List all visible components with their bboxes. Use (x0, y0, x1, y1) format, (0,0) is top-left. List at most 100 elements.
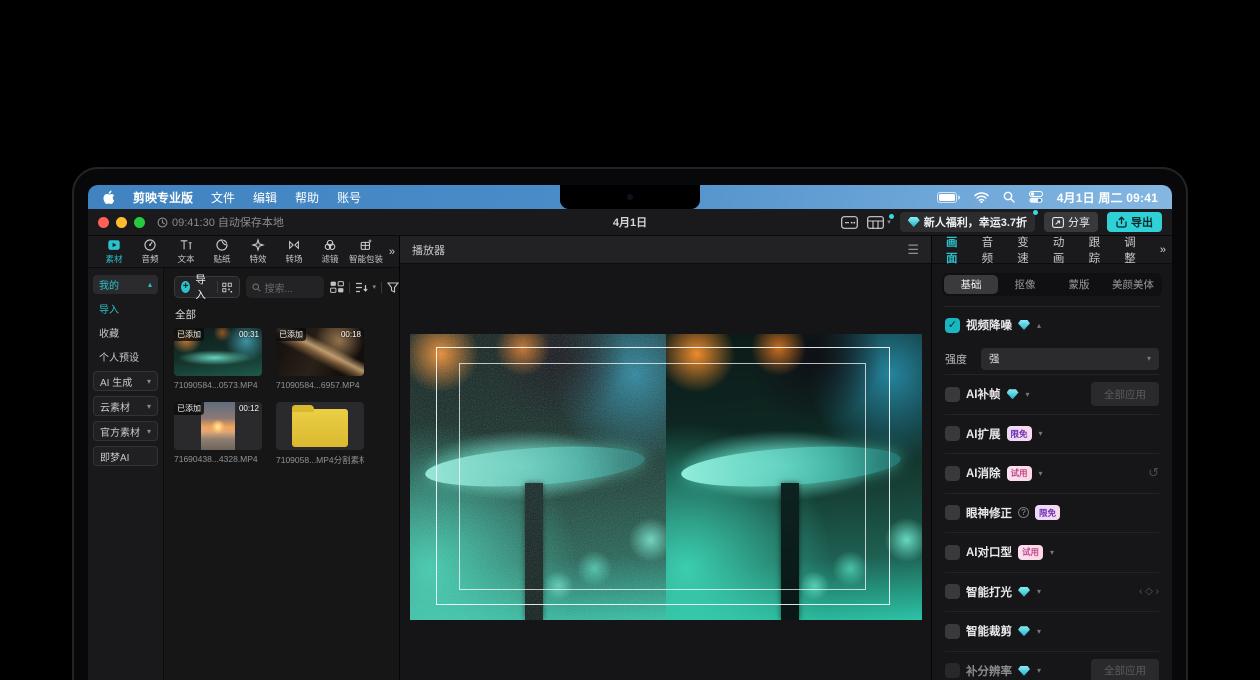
menu-item-2[interactable]: 帮助 (295, 189, 319, 206)
import-button[interactable]: + 导入 (174, 276, 240, 298)
apply-all-button[interactable]: 全部应用 (1091, 382, 1159, 406)
subtab-0[interactable]: 基础 (944, 275, 998, 294)
tab-transition[interactable]: 转场 (276, 238, 312, 265)
keyframe-controls[interactable]: ‹ ◇ › (1139, 586, 1159, 597)
menu-item-0[interactable]: 文件 (211, 189, 235, 206)
close-window-button[interactable] (98, 217, 109, 228)
menu-item-1[interactable]: 编辑 (253, 189, 277, 206)
subtab-2[interactable]: 蒙版 (1052, 275, 1106, 294)
selection-outline-inner[interactable] (459, 363, 866, 590)
subtab-1[interactable]: 抠像 (998, 275, 1052, 294)
filter-icon[interactable] (387, 282, 399, 293)
player-menu-icon[interactable]: ☰ (907, 242, 919, 258)
tab-label: 特效 (249, 253, 266, 265)
checkbox-unchecked[interactable] (945, 426, 960, 441)
menu-bar-clock[interactable]: 4月1日 周二 09:41 (1057, 189, 1158, 206)
filter-all-label[interactable]: 全部 (175, 307, 389, 322)
setting-row-3: AI消除试用▾↺ (945, 453, 1159, 493)
checkbox-unchecked[interactable] (945, 387, 960, 402)
menu-item-3[interactable]: 账号 (337, 189, 361, 206)
grid-view-icon[interactable] (330, 281, 344, 293)
panel-tab-3[interactable]: 动画 (1053, 234, 1076, 266)
tab-sticker[interactable]: 贴纸 (204, 238, 240, 265)
media-item[interactable]: 已添加00:1871090584...6957.MP4 (276, 328, 364, 390)
battery-icon[interactable] (937, 192, 960, 203)
minimize-window-button[interactable] (116, 217, 127, 228)
more-tabs-chevron-icon[interactable]: » (389, 246, 393, 258)
media-item[interactable]: 已添加00:1271690438...4328.MP4 (174, 402, 262, 466)
subtab-3[interactable]: 美颜美体 (1106, 275, 1160, 294)
sidebar-item-3[interactable]: 个人预设 (93, 347, 158, 366)
wifi-icon[interactable] (974, 192, 989, 203)
media-filename: 71090584...0573.MP4 (174, 380, 262, 390)
chevron-down-icon[interactable]: ▾ (373, 283, 377, 291)
sidebar-item-7[interactable]: 即梦AI (93, 446, 158, 466)
help-icon[interactable]: ? (1018, 507, 1029, 518)
vip-diamond-icon (1018, 587, 1030, 597)
checkbox-unchecked[interactable] (945, 466, 960, 481)
chevron-down-icon[interactable]: ▾ (1026, 390, 1030, 399)
chevron-down-icon[interactable]: ▾ (1039, 429, 1043, 438)
sidebar-item-5[interactable]: 云素材▾ (93, 396, 158, 416)
badge-free: 限免 (1035, 505, 1060, 520)
layout-switcher-icon[interactable]: ▾ (867, 216, 891, 229)
plus-icon: + (181, 281, 190, 293)
tab-label: 素材 (105, 253, 122, 265)
sidebar-item-2[interactable]: 收藏 (93, 323, 158, 342)
checkbox-unchecked[interactable] (945, 584, 960, 599)
sidebar-item-6[interactable]: 官方素材▾ (93, 421, 158, 441)
tab-text[interactable]: 文本 (168, 238, 204, 265)
promo-dot (1033, 210, 1038, 215)
share-button[interactable]: 分享 (1044, 212, 1098, 232)
search-input[interactable]: 搜索... (246, 276, 324, 298)
render-list-icon[interactable] (841, 216, 858, 229)
setting-label: 智能裁剪 (966, 623, 1012, 639)
chevron-down-icon[interactable]: ▾ (1037, 666, 1041, 675)
checkbox-checked[interactable] (945, 318, 960, 333)
qr-import-icon[interactable] (222, 281, 232, 294)
checkbox-unchecked[interactable] (945, 505, 960, 520)
sidebar-item-0[interactable]: 我的▴ (93, 275, 158, 294)
zoom-window-button[interactable] (134, 217, 145, 228)
panel-tab-1[interactable]: 音频 (982, 234, 1005, 266)
apple-logo-icon[interactable] (102, 190, 115, 205)
media-item[interactable]: 已添加00:3171090584...0573.MP4 (174, 328, 262, 390)
menu-app-name[interactable]: 剪映专业版 (133, 189, 193, 206)
tab-media[interactable]: 素材 (96, 238, 132, 265)
tab-filter[interactable]: 滤镜 (312, 238, 348, 265)
export-button[interactable]: 导出 (1107, 212, 1162, 232)
chevron-down-icon[interactable]: ▾ (1050, 548, 1054, 557)
panel-tab-5[interactable]: 调整 (1124, 234, 1147, 266)
tab-label: 智能包装 (349, 253, 383, 265)
strength-dropdown[interactable]: 强▾ (981, 348, 1159, 370)
chevron-down-icon[interactable]: ▾ (1037, 627, 1041, 636)
player-title: 播放器 (412, 242, 445, 258)
tab-fx[interactable]: 特效 (240, 238, 276, 265)
sidebar-item-4[interactable]: AI 生成▾ (93, 371, 158, 391)
search-icon[interactable] (1003, 191, 1015, 203)
media-tab-bar: 素材音频文本贴纸特效转场滤镜智能包装 » (88, 236, 399, 268)
chevron-up-icon[interactable]: ▴ (1037, 321, 1041, 330)
checkbox-unchecked[interactable] (945, 663, 960, 678)
setting-label: 视频降噪 (966, 317, 1012, 333)
panel-tab-4[interactable]: 跟踪 (1089, 234, 1112, 266)
checkbox-unchecked[interactable] (945, 545, 960, 560)
chevron-down-icon[interactable]: ▾ (887, 218, 891, 226)
panel-tab-0[interactable]: 画面 (946, 234, 969, 266)
panel-tab-2[interactable]: 变速 (1017, 234, 1040, 266)
checkbox-unchecked[interactable] (945, 624, 960, 639)
sort-icon[interactable] (355, 282, 368, 293)
tab-pack[interactable]: 智能包装 (348, 238, 384, 265)
chevron-down-icon[interactable]: ▾ (1037, 587, 1041, 596)
reset-icon[interactable]: ↺ (1148, 465, 1159, 481)
more-panel-tabs-chevron-icon[interactable]: » (1160, 244, 1164, 256)
video-preview[interactable] (410, 334, 922, 620)
setting-row-2: AI扩展限免▾ (945, 414, 1159, 454)
tab-audio[interactable]: 音频 (132, 238, 168, 265)
chevron-down-icon[interactable]: ▾ (1039, 469, 1043, 478)
promo-banner-button[interactable]: 新人福利，幸运3.7折 (900, 212, 1035, 232)
media-item[interactable]: 7109058...MP4分割素材 (276, 402, 364, 466)
sidebar-item-1[interactable]: 导入 (93, 299, 158, 318)
apply-all-button[interactable]: 全部应用 (1091, 659, 1159, 680)
control-center-icon[interactable] (1029, 191, 1043, 203)
